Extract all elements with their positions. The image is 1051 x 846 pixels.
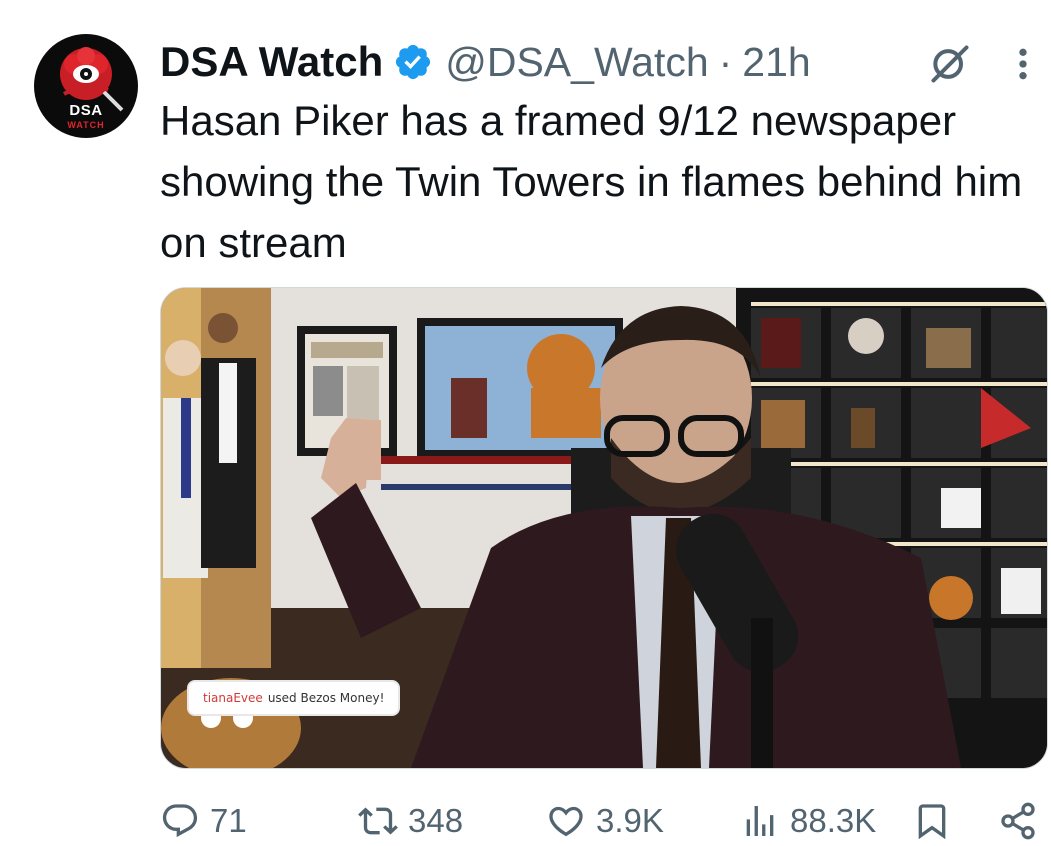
repost-count: 348 [408,802,464,839]
display-name[interactable]: DSA Watch [160,38,383,86]
chat-username: tianaEvee [203,691,263,705]
like-count: 3.9K [596,802,664,839]
tweet-actions: 71 348 3.9K 88.3K [160,796,1046,846]
tweet-media-image[interactable]: tianaEvee used Bezos Money! [160,287,1048,769]
share-icon [1001,802,1035,840]
like-button[interactable]: 3.9K [546,796,664,846]
avatar-label: DSA [69,102,103,119]
separator-dot: · [718,38,733,85]
grok-icon[interactable] [928,42,972,86]
avatar[interactable]: DSA WATCH [34,34,138,138]
avatar-sublabel: WATCH [67,120,105,130]
more-icon[interactable] [1012,44,1034,84]
reply-count: 71 [210,802,247,839]
bookmark-button[interactable] [912,796,952,846]
tweet-header: DSA Watch @DSA_Watch · 21h [160,36,811,88]
views-button[interactable]: 88.3K [740,796,876,846]
repost-icon [358,807,398,835]
author-handle[interactable]: @DSA_Watch [445,39,708,86]
reply-button[interactable]: 71 [160,796,247,846]
reply-icon [162,804,198,838]
tweet-time[interactable]: 21h [742,39,810,86]
share-button[interactable] [998,796,1038,846]
bookmark-icon [918,804,946,840]
repost-button[interactable]: 348 [358,796,463,846]
chat-message: used Bezos Money! [267,691,385,705]
tweet-text: Hasan Piker has a framed 9/12 newspaper … [160,97,1023,266]
views-icon [746,806,774,836]
views-count: 88.3K [790,802,877,839]
verified-badge-icon [396,44,431,80]
like-icon [549,806,583,837]
stream-chat-alert: tianaEvee used Bezos Money! [189,682,399,714]
